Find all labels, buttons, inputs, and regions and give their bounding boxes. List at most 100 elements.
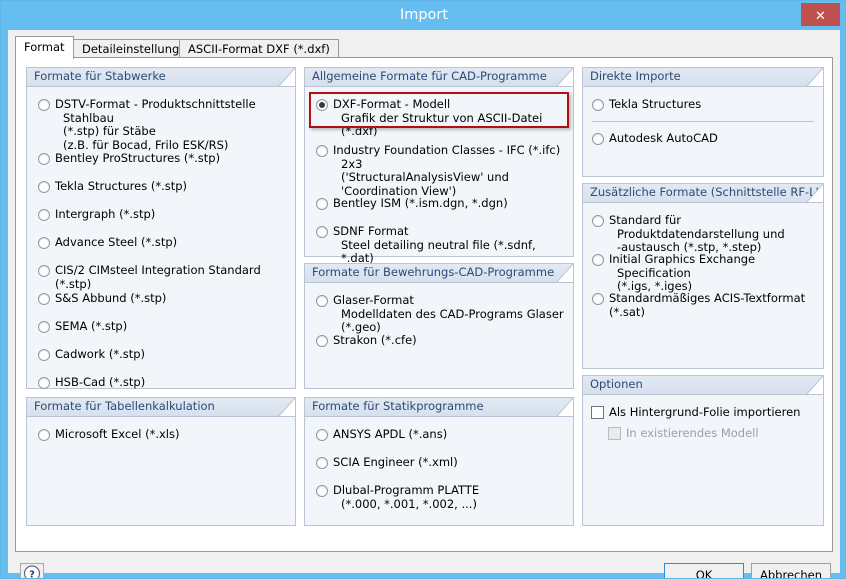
group-title: Optionen [590,377,643,391]
radio-bentley-ism[interactable]: Bentley ISM (*.ism.dgn, *.dgn) [316,197,566,211]
help-button[interactable]: ? [20,563,44,579]
radio-indicator [316,457,328,469]
tab-strip: Format Detaileinstellungen ASCII-Format … [15,36,833,58]
radio-dxf-format-modell[interactable]: DXF-Format - Modell Grafik der Struktur … [316,98,566,139]
import-dialog-window: Import ✕ Format Detaileinstellungen ASCI… [0,0,846,579]
dialog-footer: ? OK Abbrechen [8,552,840,579]
radio-tekla-structures-direct[interactable]: Tekla Structures [592,98,812,112]
ok-button[interactable]: OK [664,563,744,579]
window-title: Import [1,1,846,30]
radio-microsoft-excel[interactable]: Microsoft Excel (*.xls) [38,428,288,442]
radio-label: DXF-Format - Modell Grafik der Struktur … [333,98,566,139]
group-zusaetzliche-formate: Zusätzliche Formate (Schnittstelle RF-LI… [582,183,824,369]
group-formate-statikprogramme: Formate für Statikprogramme ANSYS APDL (… [304,397,574,526]
radio-label: SCIA Engineer (*.xml) [333,456,566,470]
radio-label: Intergraph (*.stp) [55,208,288,222]
radio-label: SEMA (*.stp) [55,320,288,334]
radio-indicator [38,321,50,333]
radio-label: Microsoft Excel (*.xls) [55,428,288,442]
radio-step-standard[interactable]: Standard für Produktdatendarstellung und… [592,214,817,255]
radio-dstv-format[interactable]: DSTV-Format - Produktschnittstelle Stahl… [38,98,288,152]
group-title: Formate für Tabellenkalkulation [34,399,215,413]
radio-label: Advance Steel (*.stp) [55,236,288,250]
radio-label: Dlubal-Programm PLATTE (*.000, *.001, *.… [333,484,566,511]
radio-iges[interactable]: Initial Graphics Exchange Specification … [592,253,817,294]
radio-strakon[interactable]: Strakon (*.cfe) [316,334,566,348]
divider [592,121,814,122]
radio-acis-sat[interactable]: Standardmäßiges ACIS-Textformat (*.sat) [592,292,817,319]
group-corner-line [806,184,823,203]
group-header: Allgemeine Formate für CAD-Programme [305,68,573,87]
help-icon: ? [22,564,42,579]
group-formate-fuer-stabwerke: Formate für Stabwerke DSTV-Format - Prod… [26,67,296,389]
radio-indicator [316,485,328,497]
radio-glaser-format[interactable]: Glaser-Format Modelldaten des CAD-Progra… [316,294,571,335]
radio-indicator [38,429,50,441]
group-title: Formate für Bewehrungs-CAD-Programme [312,265,554,279]
radio-label: DSTV-Format - Produktschnittstelle Stahl… [55,98,288,152]
group-header: Formate für Statikprogramme [305,398,573,417]
radio-indicator [316,145,328,157]
svg-text:?: ? [29,569,35,579]
radio-indicator [316,226,328,238]
radio-label: Tekla Structures [609,98,812,112]
checkbox-als-hintergrund-folie[interactable]: Als Hintergrund-Folie importieren [591,405,816,419]
group-corner-line [556,264,573,283]
group-corner-line [278,398,295,417]
cancel-button[interactable]: Abbrechen [751,563,831,579]
radio-label: ANSYS APDL (*.ans) [333,428,566,442]
radio-cadwork[interactable]: Cadwork (*.stp) [38,348,288,362]
radio-tekla-structures-stp[interactable]: Tekla Structures (*.stp) [38,180,288,194]
tab-ascii-format-dxf[interactable]: ASCII-Format DXF (*.dxf) [179,39,339,58]
radio-label: Glaser-Format Modelldaten des CAD-Progra… [333,294,571,335]
radio-indicator [38,377,50,389]
radio-bentley-prostructures[interactable]: Bentley ProStructures (*.stp) [38,152,288,166]
dialog-client-area: Format Detaileinstellungen ASCII-Format … [8,30,840,573]
checkbox-label: Als Hintergrund-Folie importieren [609,405,816,419]
radio-indicator [38,153,50,165]
group-title: Direkte Importe [590,69,681,83]
group-header: Optionen [583,376,823,395]
group-header: Formate für Tabellenkalkulation [27,398,295,417]
radio-indicator [316,295,328,307]
radio-ansys-apdl[interactable]: ANSYS APDL (*.ans) [316,428,566,442]
radio-indicator [592,99,604,111]
radio-label: S&S Abbund (*.stp) [55,292,288,306]
radio-indicator [38,181,50,193]
checkbox-indicator [608,427,621,440]
radio-hsb-cad[interactable]: HSB-Cad (*.stp) [38,376,288,390]
radio-indicator [38,99,50,111]
radio-intergraph[interactable]: Intergraph (*.stp) [38,208,288,222]
group-corner-line [556,68,573,87]
radio-sema[interactable]: SEMA (*.stp) [38,320,288,334]
tab-format[interactable]: Format [15,36,74,59]
group-formate-fuer-tabellenkalkulation: Formate für Tabellenkalkulation Microsof… [26,397,296,526]
radio-indicator [38,293,50,305]
radio-ifc[interactable]: Industry Foundation Classes - IFC (*.ifc… [316,144,571,198]
radio-dlubal-platte[interactable]: Dlubal-Programm PLATTE (*.000, *.001, *.… [316,484,566,511]
radio-ss-abbund[interactable]: S&S Abbund (*.stp) [38,292,288,306]
group-corner-line [556,398,573,417]
radio-indicator [38,349,50,361]
radio-indicator [592,215,604,227]
radio-label: Autodesk AutoCAD [609,132,812,146]
radio-advance-steel[interactable]: Advance Steel (*.stp) [38,236,288,250]
checkbox-label: In existierendes Modell [626,426,818,440]
group-header: Zusätzliche Formate (Schnittstelle RF-LI… [583,184,823,203]
radio-sdnf-format[interactable]: SDNF Format Steel detailing neutral file… [316,225,571,266]
group-formate-bewehrungs-cad: Formate für Bewehrungs-CAD-Programme Gla… [304,263,574,389]
radio-indicator [38,237,50,249]
radio-label: Industry Foundation Classes - IFC (*.ifc… [333,144,571,198]
group-title: Zusätzliche Formate (Schnittstelle RF-LI… [590,185,823,199]
tab-page-format: Formate für Stabwerke DSTV-Format - Prod… [15,57,833,552]
group-corner-line [806,376,823,395]
radio-indicator [592,133,604,145]
radio-indicator [316,99,328,111]
close-icon[interactable]: ✕ [801,3,840,26]
group-corner-line [278,68,295,87]
radio-label: Tekla Structures (*.stp) [55,180,288,194]
radio-scia-engineer[interactable]: SCIA Engineer (*.xml) [316,456,566,470]
radio-cis2-cimsteel[interactable]: CIS/2 CIMsteel Integration Standard (*.s… [38,264,293,291]
group-corner-line [806,68,823,87]
radio-autodesk-autocad[interactable]: Autodesk AutoCAD [592,132,812,146]
